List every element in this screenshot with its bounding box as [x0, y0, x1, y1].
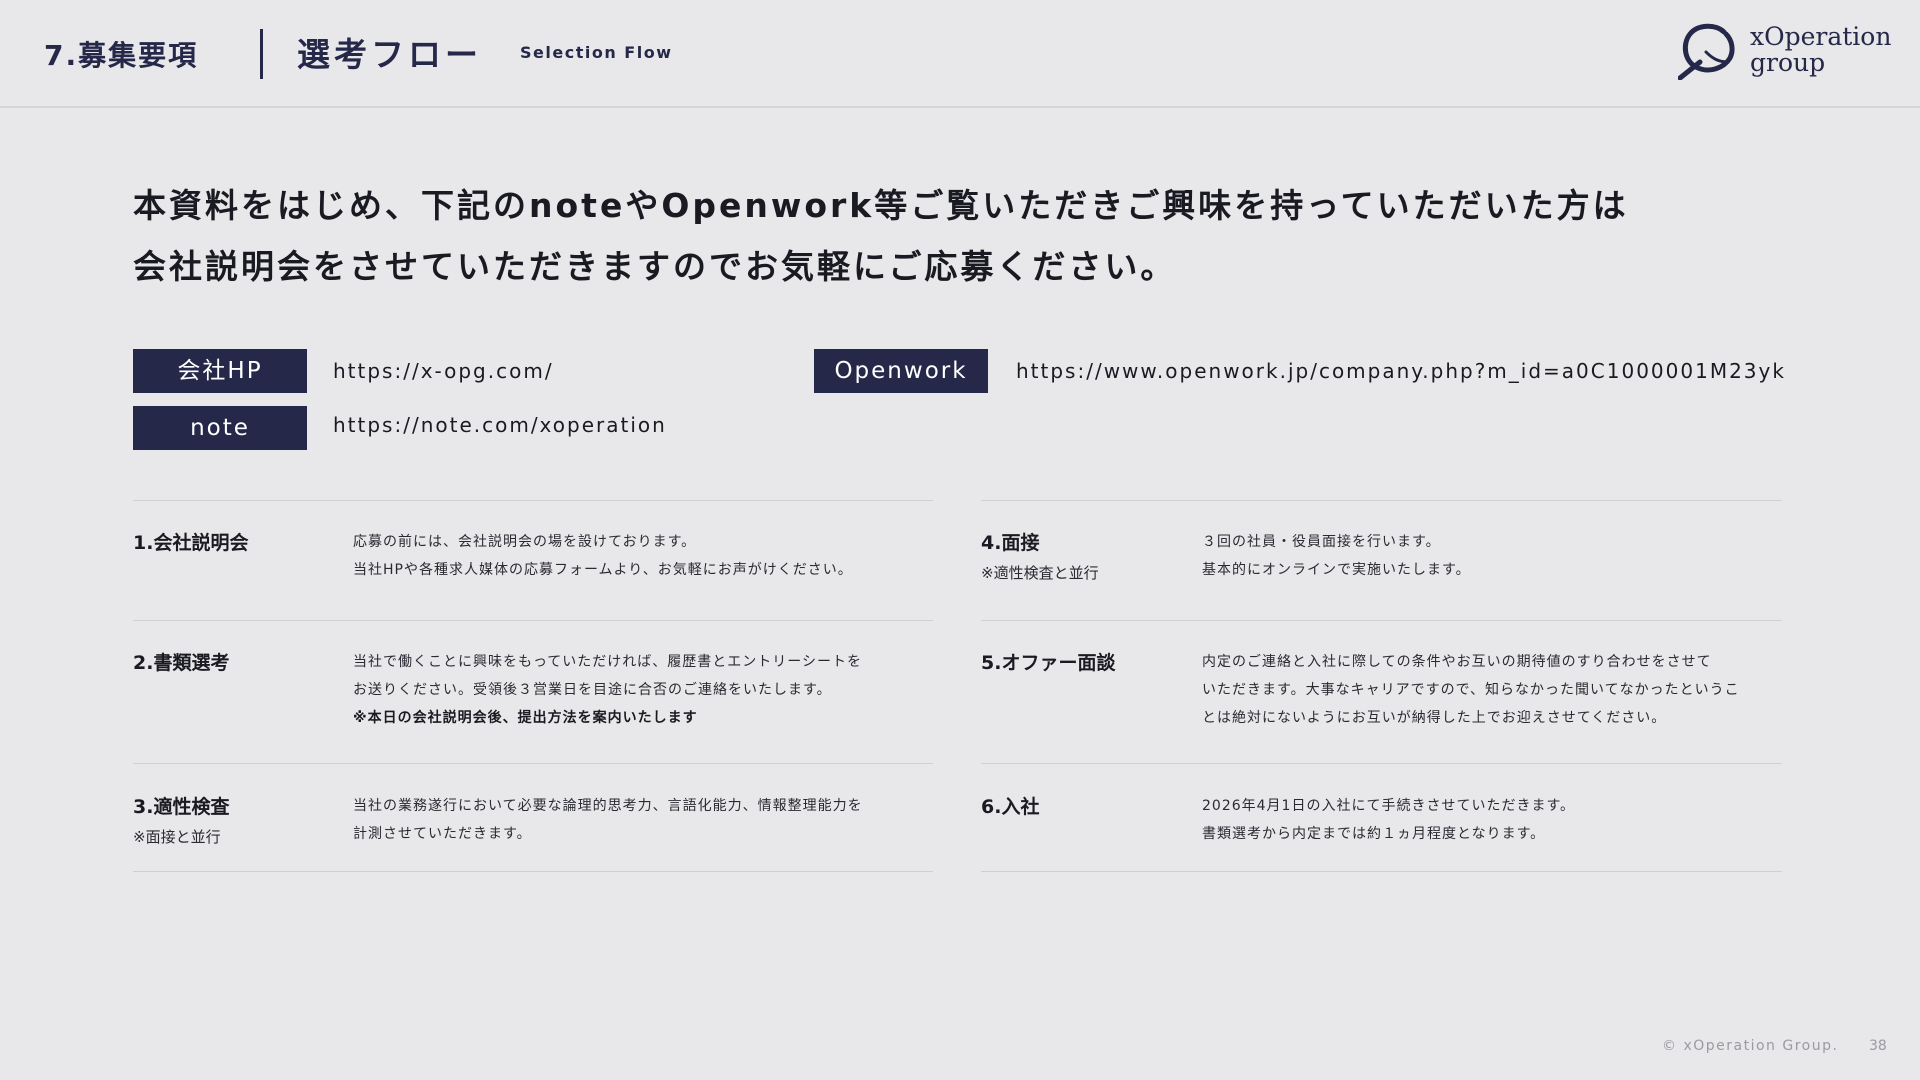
divider [981, 871, 1782, 872]
step-desc-line: 当社HPや各種求人媒体の応募フォームより、お気軽にお声がけください。 [353, 562, 853, 578]
step-desc-1: 応募の前には、会社説明会の場を設けております。 当社HPや各種求人媒体の応募フォ… [353, 528, 853, 584]
step-title-1: 1.会社説明会 [133, 532, 249, 554]
link-note[interactable]: https://note.com/xoperation [333, 403, 667, 447]
step-title-6: 6.入社 [981, 796, 1040, 818]
step-desc-line: 応募の前には、会社説明会の場を設けております。 [353, 534, 697, 550]
step-desc-2: 当社で働くことに興味をもっていただければ、履歴書とエントリーシートを お送りくだ… [353, 648, 862, 732]
step-desc-bold-note: ※本日の会社説明会後、提出方法を案内いたします [353, 710, 698, 726]
divider [133, 500, 933, 501]
divider [981, 763, 1782, 764]
logo-text-line2: group [1750, 48, 1826, 77]
section-number: 7.募集要項 [44, 39, 199, 72]
divider [133, 871, 933, 872]
header: 7.募集要項 選考フロー Selection Flow xOperation g… [0, 0, 1920, 108]
page-title: 選考フロー [297, 35, 482, 74]
tag-openwork: Openwork [814, 349, 988, 393]
step-desc-line: 計測させていただきます。 [353, 826, 532, 842]
step-desc-4: ３回の社員・役員面接を行います。 基本的にオンラインで実施いたします。 [1202, 528, 1471, 584]
page-number: 38 [1869, 1038, 1887, 1054]
tag-note: note [133, 406, 307, 450]
step-desc-line: 当社で働くことに興味をもっていただければ、履歴書とエントリーシートを [353, 654, 863, 670]
footer-copyright: © xOperation Group. [1662, 1038, 1839, 1054]
step-desc-line: 内定のご連絡と入社に際しての条件やお互いの期待値のすり合わせをさせて [1202, 654, 1712, 670]
step-title-5: 5.オファー面談 [981, 652, 1116, 674]
step-desc-line: 当社の業務遂行において必要な論理的思考力、言語化能力、情報整理能力を [353, 798, 863, 814]
company-logo: xOperation group [1678, 20, 1891, 82]
lead-line-2: 会社説明会をさせていただきますのでお気軽にご応募ください。 [133, 247, 1177, 286]
logo-text-line1: xOperation [1750, 22, 1892, 51]
step-desc-line: とは絶対にないようにお互いが納得した上でお迎えさせてください。 [1202, 710, 1667, 726]
step-desc-line: ３回の社員・役員面接を行います。 [1202, 534, 1441, 550]
lead-message: 本資料をはじめ、下記のnoteやOpenwork等ご覧いただきご興味を持っていた… [133, 175, 1833, 297]
step-title-2: 2.書類選考 [133, 652, 230, 674]
step-desc-line: 基本的にオンラインで実施いたします。 [1202, 562, 1471, 578]
page-subtitle: Selection Flow [520, 43, 673, 62]
step-desc-line: 2026年4月1日の入社にて手続きさせていただきます。 [1202, 798, 1576, 814]
step-desc-5: 内定のご連絡と入社に際しての条件やお互いの期待値のすり合わせをさせて いただきま… [1202, 648, 1740, 732]
link-openwork[interactable]: https://www.openwork.jp/company.php?m_id… [1016, 349, 1786, 393]
divider [133, 620, 933, 621]
step-note-3: ※面接と並行 [133, 828, 221, 846]
divider [981, 500, 1782, 501]
step-desc-line: お送りください。受領後３営業日を目途に合否のご連絡をいたします。 [353, 682, 832, 698]
divider [981, 620, 1782, 621]
step-title-4: 4.面接 [981, 532, 1040, 554]
step-note-4: ※適性検査と並行 [981, 564, 1099, 582]
step-title-3: 3.適性検査 [133, 796, 230, 818]
divider [133, 763, 933, 764]
tag-company-hp: 会社HP [133, 349, 307, 393]
lead-line-1: 本資料をはじめ、下記のnoteやOpenwork等ご覧いただきご興味を持っていた… [133, 186, 1629, 225]
step-desc-6: 2026年4月1日の入社にて手続きさせていただきます。 書類選考から内定までは約… [1202, 792, 1575, 848]
step-desc-line: 書類選考から内定までは約１ヵ月程度となります。 [1202, 826, 1546, 842]
logo-ring-icon [1678, 23, 1735, 80]
step-desc-3: 当社の業務遂行において必要な論理的思考力、言語化能力、情報整理能力を 計測させて… [353, 792, 863, 848]
step-desc-line: いただきます。大事なキャリアですので、知らなかった聞いてなかったというこ [1202, 682, 1740, 698]
title-divider [260, 29, 263, 79]
link-company-hp[interactable]: https://x-opg.com/ [333, 349, 554, 393]
